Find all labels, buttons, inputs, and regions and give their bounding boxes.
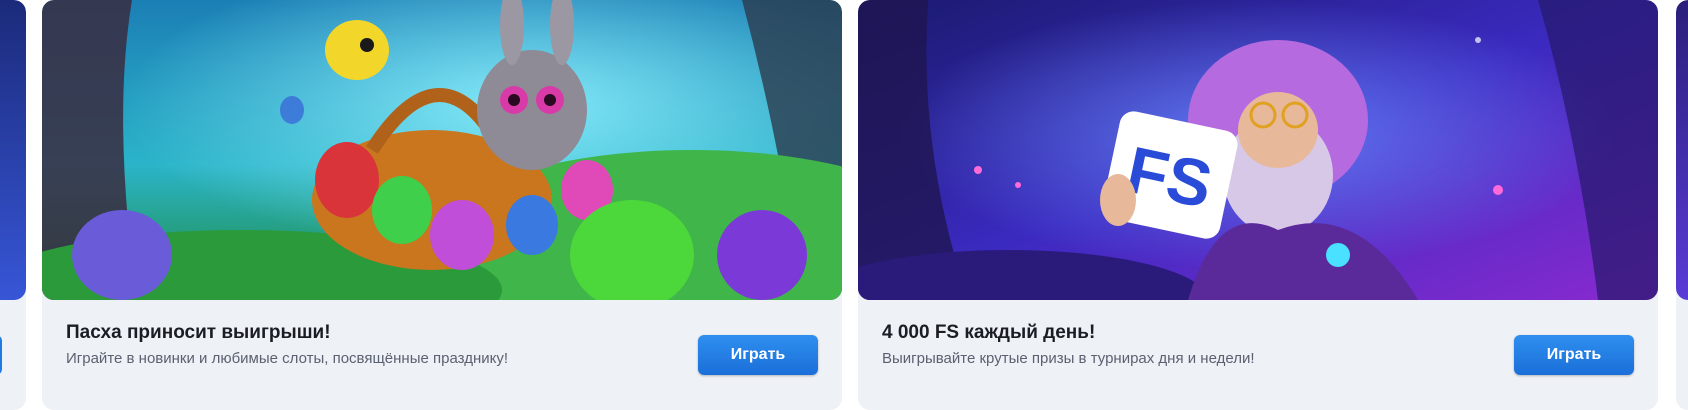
card-banner-partial [0,0,26,300]
card-partial-left[interactable] [0,0,26,410]
card-info: Пасха приносит выигрыши! Играйте в новин… [42,300,842,410]
fs-banner-image: FS [858,0,1658,300]
play-button-partial[interactable] [0,335,2,375]
card-partial-right[interactable] [1676,0,1688,410]
card-subtitle: Выигрывайте крутые призы в турнирах дня … [882,350,1255,367]
card-info: 4 000 FS каждый день! Выигрывайте крутые… [858,300,1658,410]
card-subtitle: Играйте в новинки и любимые слоты, посвя… [66,350,509,367]
card-banner-partial [1676,0,1688,300]
card-title: Пасха приносит выигрыши! [66,322,331,343]
easter-banner-image [42,0,842,300]
card-title: 4 000 FS каждый день! [882,322,1096,343]
play-button[interactable]: Играть [698,335,818,375]
promo-card-easter[interactable]: Пасха приносит выигрыши! Играйте в новин… [42,0,842,410]
promo-card-fs[interactable]: FS 4 000 FS каждый день! Выигрывайте кру… [858,0,1658,410]
play-button[interactable]: Играть [1514,335,1634,375]
